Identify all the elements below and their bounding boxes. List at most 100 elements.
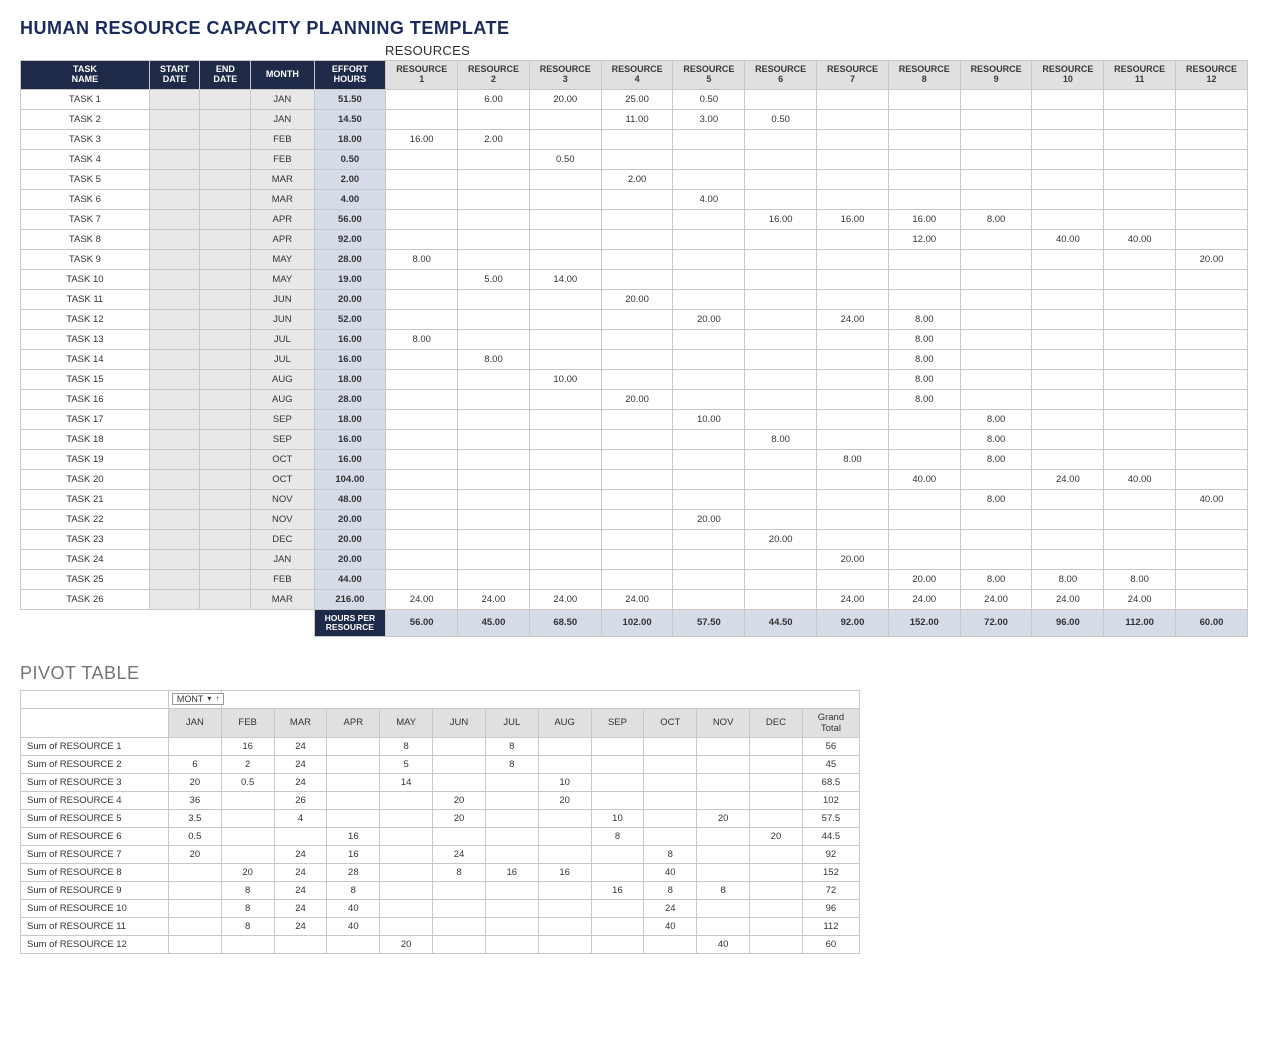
cell[interactable] <box>601 309 673 329</box>
pivot-cell[interactable] <box>644 935 697 953</box>
pivot-cell[interactable] <box>168 737 221 755</box>
pivot-cell[interactable] <box>433 827 486 845</box>
cell[interactable]: 4.00 <box>673 189 745 209</box>
cell[interactable] <box>817 149 889 169</box>
cell[interactable]: 20.00 <box>673 309 745 329</box>
pivot-cell[interactable]: 24 <box>274 773 327 791</box>
pivot-month-header[interactable]: MAY <box>380 708 433 737</box>
pivot-cell[interactable] <box>433 737 486 755</box>
pivot-cell[interactable] <box>750 755 803 773</box>
cell[interactable] <box>960 249 1032 269</box>
cell[interactable] <box>200 129 251 149</box>
cell[interactable] <box>386 89 458 109</box>
cell[interactable] <box>888 549 960 569</box>
pivot-cell[interactable]: 20 <box>750 827 803 845</box>
pivot-cell[interactable] <box>485 881 538 899</box>
pivot-cell[interactable] <box>591 863 644 881</box>
cell[interactable] <box>386 489 458 509</box>
pivot-cell[interactable] <box>644 737 697 755</box>
cell[interactable] <box>149 529 200 549</box>
cell[interactable]: TASK 21 <box>21 489 150 509</box>
pivot-cell[interactable] <box>380 917 433 935</box>
cell[interactable] <box>601 449 673 469</box>
pivot-cell[interactable] <box>538 827 591 845</box>
cell[interactable] <box>529 189 601 209</box>
cell[interactable]: 20.00 <box>601 289 673 309</box>
pivot-cell[interactable] <box>538 809 591 827</box>
pivot-cell[interactable]: 8 <box>433 863 486 881</box>
cell[interactable]: TASK 14 <box>21 349 150 369</box>
cell[interactable]: MAR <box>251 169 314 189</box>
cell[interactable]: TASK 8 <box>21 229 150 249</box>
cell[interactable] <box>1176 429 1248 449</box>
cell[interactable] <box>458 569 530 589</box>
cell[interactable] <box>1176 409 1248 429</box>
cell[interactable]: TASK 24 <box>21 549 150 569</box>
cell[interactable]: 19.00 <box>314 269 386 289</box>
pivot-cell[interactable] <box>591 773 644 791</box>
cell[interactable]: 8.00 <box>960 429 1032 449</box>
cell[interactable] <box>601 529 673 549</box>
cell[interactable] <box>529 409 601 429</box>
pivot-cell[interactable] <box>485 917 538 935</box>
pivot-cell[interactable] <box>380 791 433 809</box>
pivot-cell[interactable]: 8 <box>327 881 380 899</box>
pivot-cell[interactable]: 40 <box>327 917 380 935</box>
cell[interactable] <box>673 149 745 169</box>
cell[interactable] <box>745 489 817 509</box>
cell[interactable] <box>1176 229 1248 249</box>
cell[interactable] <box>386 229 458 249</box>
cell[interactable]: 8.00 <box>888 389 960 409</box>
cell[interactable]: JUL <box>251 329 314 349</box>
cell[interactable]: 24.00 <box>1104 589 1176 609</box>
cell[interactable] <box>1104 429 1176 449</box>
cell[interactable]: JUN <box>251 309 314 329</box>
cell[interactable] <box>386 369 458 389</box>
cell[interactable]: TASK 19 <box>21 449 150 469</box>
cell[interactable] <box>673 369 745 389</box>
pivot-cell[interactable] <box>485 809 538 827</box>
cell[interactable] <box>888 169 960 189</box>
cell[interactable] <box>1176 109 1248 129</box>
pivot-cell[interactable]: 8 <box>644 881 697 899</box>
cell[interactable]: 20.00 <box>817 549 889 569</box>
cell[interactable] <box>817 349 889 369</box>
cell[interactable]: 20.00 <box>529 89 601 109</box>
cell[interactable]: 8.00 <box>960 489 1032 509</box>
cell[interactable] <box>673 549 745 569</box>
cell[interactable]: 24.00 <box>529 589 601 609</box>
cell[interactable]: 8.00 <box>386 249 458 269</box>
cell[interactable] <box>149 229 200 249</box>
pivot-cell[interactable] <box>433 755 486 773</box>
cell[interactable]: 8.00 <box>1104 569 1176 589</box>
cell[interactable]: 0.50 <box>745 109 817 129</box>
cell[interactable] <box>386 189 458 209</box>
cell[interactable] <box>200 569 251 589</box>
cell[interactable] <box>386 309 458 329</box>
cell[interactable]: 12.00 <box>888 229 960 249</box>
cell[interactable] <box>149 489 200 509</box>
cell[interactable] <box>960 329 1032 349</box>
pivot-month-header[interactable]: MAR <box>274 708 327 737</box>
cell[interactable] <box>817 189 889 209</box>
pivot-cell[interactable]: 36 <box>168 791 221 809</box>
cell[interactable] <box>458 389 530 409</box>
cell[interactable] <box>1176 89 1248 109</box>
pivot-cell[interactable] <box>221 827 274 845</box>
cell[interactable] <box>200 329 251 349</box>
cell[interactable]: 20.00 <box>601 389 673 409</box>
cell[interactable]: 20.00 <box>888 569 960 589</box>
pivot-cell[interactable] <box>168 863 221 881</box>
cell[interactable] <box>1176 289 1248 309</box>
cell[interactable] <box>745 169 817 189</box>
cell[interactable] <box>745 249 817 269</box>
cell[interactable] <box>458 369 530 389</box>
cell[interactable] <box>960 469 1032 489</box>
pivot-cell[interactable] <box>168 917 221 935</box>
cell[interactable] <box>1104 269 1176 289</box>
cell[interactable]: JUN <box>251 289 314 309</box>
cell[interactable] <box>1176 469 1248 489</box>
cell[interactable]: TASK 10 <box>21 269 150 289</box>
cell[interactable]: 28.00 <box>314 389 386 409</box>
pivot-cell[interactable] <box>221 809 274 827</box>
